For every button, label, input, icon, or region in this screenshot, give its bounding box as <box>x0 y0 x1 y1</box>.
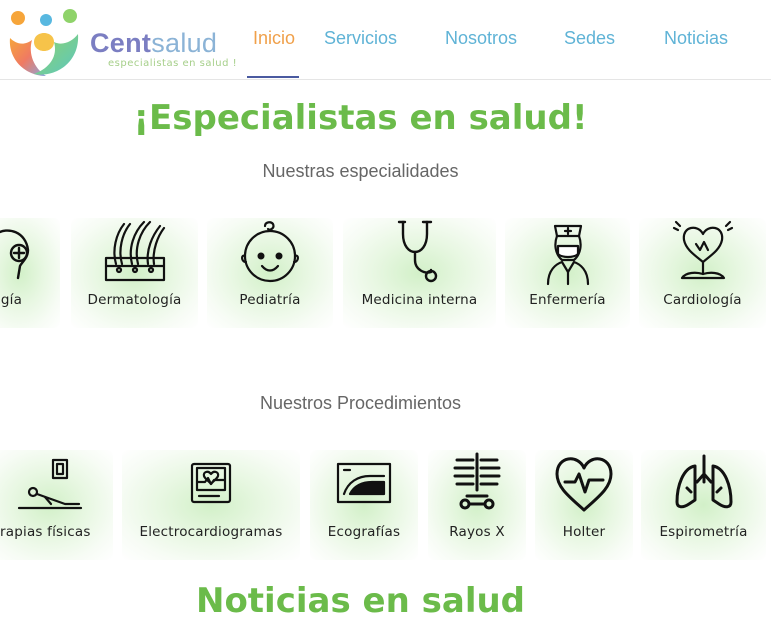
specialty-card-neurologia[interactable]: ología <box>0 218 60 328</box>
ultrasound-icon <box>310 452 418 516</box>
baby-face-icon <box>207 220 333 284</box>
specialty-card-enfermeria[interactable]: Enfermería <box>505 218 630 328</box>
nav-inicio[interactable]: Inicio <box>253 28 295 49</box>
ecg-monitor-icon <box>122 452 300 516</box>
specialty-label: ología <box>0 292 23 308</box>
brand-tagline: especialistas en salud ! <box>108 58 238 69</box>
site-header: Centsalud especialistas en salud ! Inici… <box>0 0 771 80</box>
heart-hands-icon <box>639 220 766 284</box>
procedure-label: Rayos X <box>449 524 505 540</box>
nav-servicios[interactable]: Servicios <box>324 28 397 49</box>
specialty-label: Dermatología <box>87 292 182 308</box>
procedures-subtitle: Nuestros Procedimientos <box>259 393 462 413</box>
stethoscope-icon <box>343 220 496 284</box>
nav-noticias[interactable]: Noticias <box>664 28 728 49</box>
procedure-card-electrocardiogramas[interactable]: Electrocardiogramas <box>122 450 300 560</box>
procedure-label: Electrocardiogramas <box>139 524 283 540</box>
specialty-label: Medicina interna <box>361 292 478 308</box>
page-title: ¡Especialistas en salud! <box>133 98 588 138</box>
specialties-subtitle: Nuestras especialidades <box>262 161 459 181</box>
specialty-card-pediatria[interactable]: Pediatría <box>207 218 333 328</box>
lungs-icon <box>641 452 766 516</box>
procedure-label: Holter <box>562 524 606 540</box>
physiotherapy-icon <box>0 452 113 516</box>
procedure-card-ecografias[interactable]: Ecografías <box>310 450 418 560</box>
specialty-label: Pediatría <box>239 292 301 308</box>
specialty-card-cardiologia[interactable]: Cardiología <box>639 218 766 328</box>
brand-name: Centsalud <box>90 28 218 58</box>
procedure-card-terapias-fisicas[interactable]: rapias físicas <box>0 450 113 560</box>
procedure-label: rapias físicas <box>0 524 91 540</box>
hair-follicle-icon <box>71 220 198 284</box>
procedure-label: Ecografías <box>327 524 401 540</box>
logo-mark-icon <box>9 9 79 76</box>
nav-active-indicator <box>247 76 299 78</box>
procedure-card-rayos-x[interactable]: Rayos X <box>428 450 526 560</box>
nurse-icon <box>505 220 630 286</box>
logo[interactable]: Centsalud especialistas en salud ! <box>4 8 237 78</box>
news-section-title: Noticias en salud <box>195 581 526 621</box>
specialty-label: Enfermería <box>529 292 606 308</box>
specialty-label: Cardiología <box>663 292 742 308</box>
xray-spine-icon <box>428 452 526 516</box>
specialty-card-medicina-interna[interactable]: Medicina interna <box>343 218 496 328</box>
head-cross-icon <box>0 220 60 284</box>
procedure-label: Espirometría <box>659 524 748 540</box>
nav-nosotros[interactable]: Nosotros <box>445 28 517 49</box>
specialty-card-dermatologia[interactable]: Dermatología <box>71 218 198 328</box>
nav-sedes[interactable]: Sedes <box>564 28 615 49</box>
procedure-card-espirometria[interactable]: Espirometría <box>641 450 766 560</box>
procedure-card-holter[interactable]: Holter <box>535 450 633 560</box>
heart-pulse-icon <box>535 452 633 516</box>
